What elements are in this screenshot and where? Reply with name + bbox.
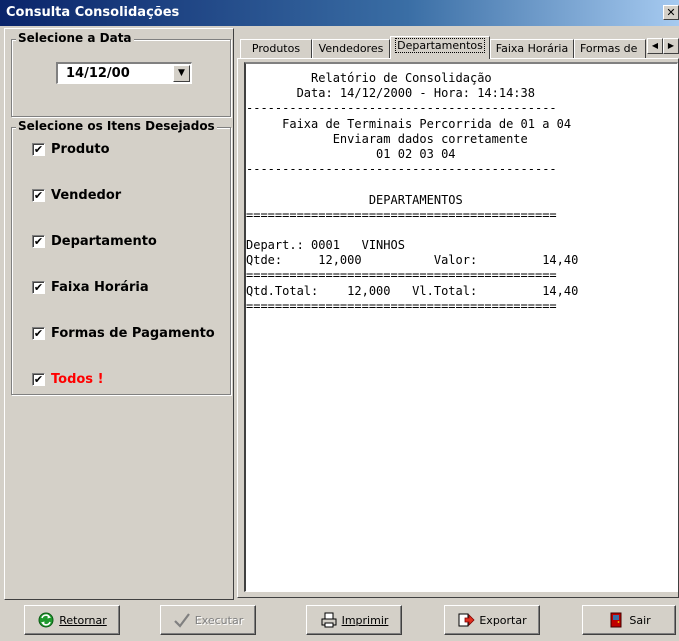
sair-button[interactable]: Sair (582, 605, 676, 635)
report-line: Data: 14/12/2000 - Hora: 14:14:38 (246, 86, 535, 101)
checkbox-check-icon: ✔ (32, 234, 45, 248)
report-line: DEPARTAMENTOS (246, 192, 463, 207)
close-icon: ✕ (666, 6, 676, 19)
tab-scroll-right-button[interactable]: ▶ (663, 38, 679, 54)
report-text-area[interactable]: Relatório de Consolidação Data: 14/12/20… (244, 62, 678, 592)
checkbox-check-icon: ✔ (32, 142, 45, 156)
checkbox-produto[interactable]: ✔ Produto (32, 140, 110, 158)
items-group-legend: Selecione os Itens Desejados (16, 119, 217, 133)
checkbox-departamento[interactable]: ✔ Departamento (32, 232, 157, 250)
checkbox-label: Produto (51, 141, 110, 157)
refresh-icon (38, 612, 54, 628)
checkbox-check-icon: ✔ (32, 326, 45, 340)
checkbox-label: Vendedor (51, 187, 122, 203)
date-dropdown-button[interactable]: ▼ (173, 65, 190, 82)
report-line: ----------------------------------------… (246, 101, 557, 116)
tab-content: Relatório de Consolidação Data: 14/12/20… (237, 58, 679, 598)
report-line: 01 02 03 04 (246, 146, 456, 161)
date-group-legend: Selecione a Data (16, 31, 134, 45)
left-panel: Selecione a Data 14/12/00 ▼ Selecione os… (4, 28, 234, 600)
items-group: Selecione os Itens Desejados ✔ Produto ✔… (11, 119, 231, 395)
tab-strip: Produtos Vendedores Departamentos Faixa … (237, 36, 679, 59)
date-group: Selecione a Data 14/12/00 ▼ (11, 31, 231, 117)
checkbox-vendedor[interactable]: ✔ Vendedor (32, 186, 121, 204)
report-line: ========================================… (246, 268, 557, 283)
checkbox-label: Formas de Pagamento (51, 325, 215, 341)
checkbox-todos[interactable]: ✔ Todos ! (32, 370, 104, 388)
tab-label: Formas de (580, 42, 638, 55)
report-line (246, 177, 677, 192)
exportar-label: Exportar (479, 613, 527, 627)
tab-formas-de-pagamento[interactable]: Formas de (574, 39, 646, 58)
report-line: Relatório de Consolidação (246, 71, 492, 85)
tab-label: Departamentos (395, 38, 485, 53)
tab-label: Produtos (251, 42, 301, 55)
checkbox-formas-pagamento[interactable]: ✔ Formas de Pagamento (32, 324, 215, 342)
retornar-label: Retornar (59, 613, 107, 627)
report-line: Qtde: 12,000 Valor: 14,40 (246, 253, 579, 268)
window-title-bar: Consulta Consolidações ✕ (0, 0, 679, 26)
chevron-down-icon: ▼ (178, 68, 185, 78)
tab-faixa-horaria[interactable]: Faixa Horária (490, 39, 574, 58)
tab-label: Vendedores (318, 42, 384, 55)
executar-button[interactable]: Executar (160, 605, 256, 635)
checkbox-check-icon: ✔ (32, 280, 45, 294)
tab-produtos[interactable]: Produtos (240, 39, 312, 58)
tab-departamentos[interactable]: Departamentos (390, 36, 490, 59)
report-line (246, 223, 677, 238)
date-select[interactable]: 14/12/00 ▼ (56, 62, 192, 84)
checkbox-check-icon: ✔ (32, 188, 45, 202)
report-line: Depart.: 0001 VINHOS (246, 238, 405, 253)
sair-label: Sair (629, 613, 651, 627)
exit-door-icon (610, 612, 622, 628)
report-line: Enviaram dados corretamente (246, 131, 528, 146)
tab-vendedores[interactable]: Vendedores (312, 39, 390, 58)
checkbox-label: Todos ! (51, 371, 104, 387)
right-panel: Produtos Vendedores Departamentos Faixa … (237, 28, 679, 600)
checkbox-faixa-horaria[interactable]: ✔ Faixa Horária (32, 278, 149, 296)
report-line: ----------------------------------------… (246, 162, 557, 177)
exportar-button[interactable]: Exportar (444, 605, 540, 635)
printer-icon (321, 612, 337, 628)
date-select-value: 14/12/00 (66, 66, 130, 81)
report-line: ========================================… (246, 298, 557, 313)
checkbox-label: Faixa Horária (51, 279, 149, 295)
export-icon (458, 613, 475, 627)
arrow-left-icon: ◀ (651, 41, 659, 50)
report-line: Qtd.Total: 12,000 Vl.Total: 14,40 (246, 283, 579, 298)
report-line: Faixa de Terminais Percorrida de 01 a 04 (246, 116, 572, 131)
tab-label: Faixa Horária (495, 42, 569, 55)
checkmark-icon (173, 613, 190, 628)
arrow-right-icon: ▶ (667, 41, 675, 50)
imprimir-button[interactable]: Imprimir (306, 605, 402, 635)
checkbox-check-icon: ✔ (32, 372, 45, 386)
close-button[interactable]: ✕ (663, 5, 679, 20)
checkbox-label: Departamento (51, 233, 157, 249)
tab-scroll-left-button[interactable]: ◀ (647, 38, 663, 54)
window-title: Consulta Consolidações (6, 5, 180, 20)
imprimir-label: Imprimir (341, 613, 389, 627)
executar-label: Executar (194, 613, 244, 627)
retornar-button[interactable]: Retornar (24, 605, 120, 635)
report-line: ========================================… (246, 207, 557, 222)
button-bar: Retornar Executar Imprimir Exportar Sair (0, 600, 679, 641)
